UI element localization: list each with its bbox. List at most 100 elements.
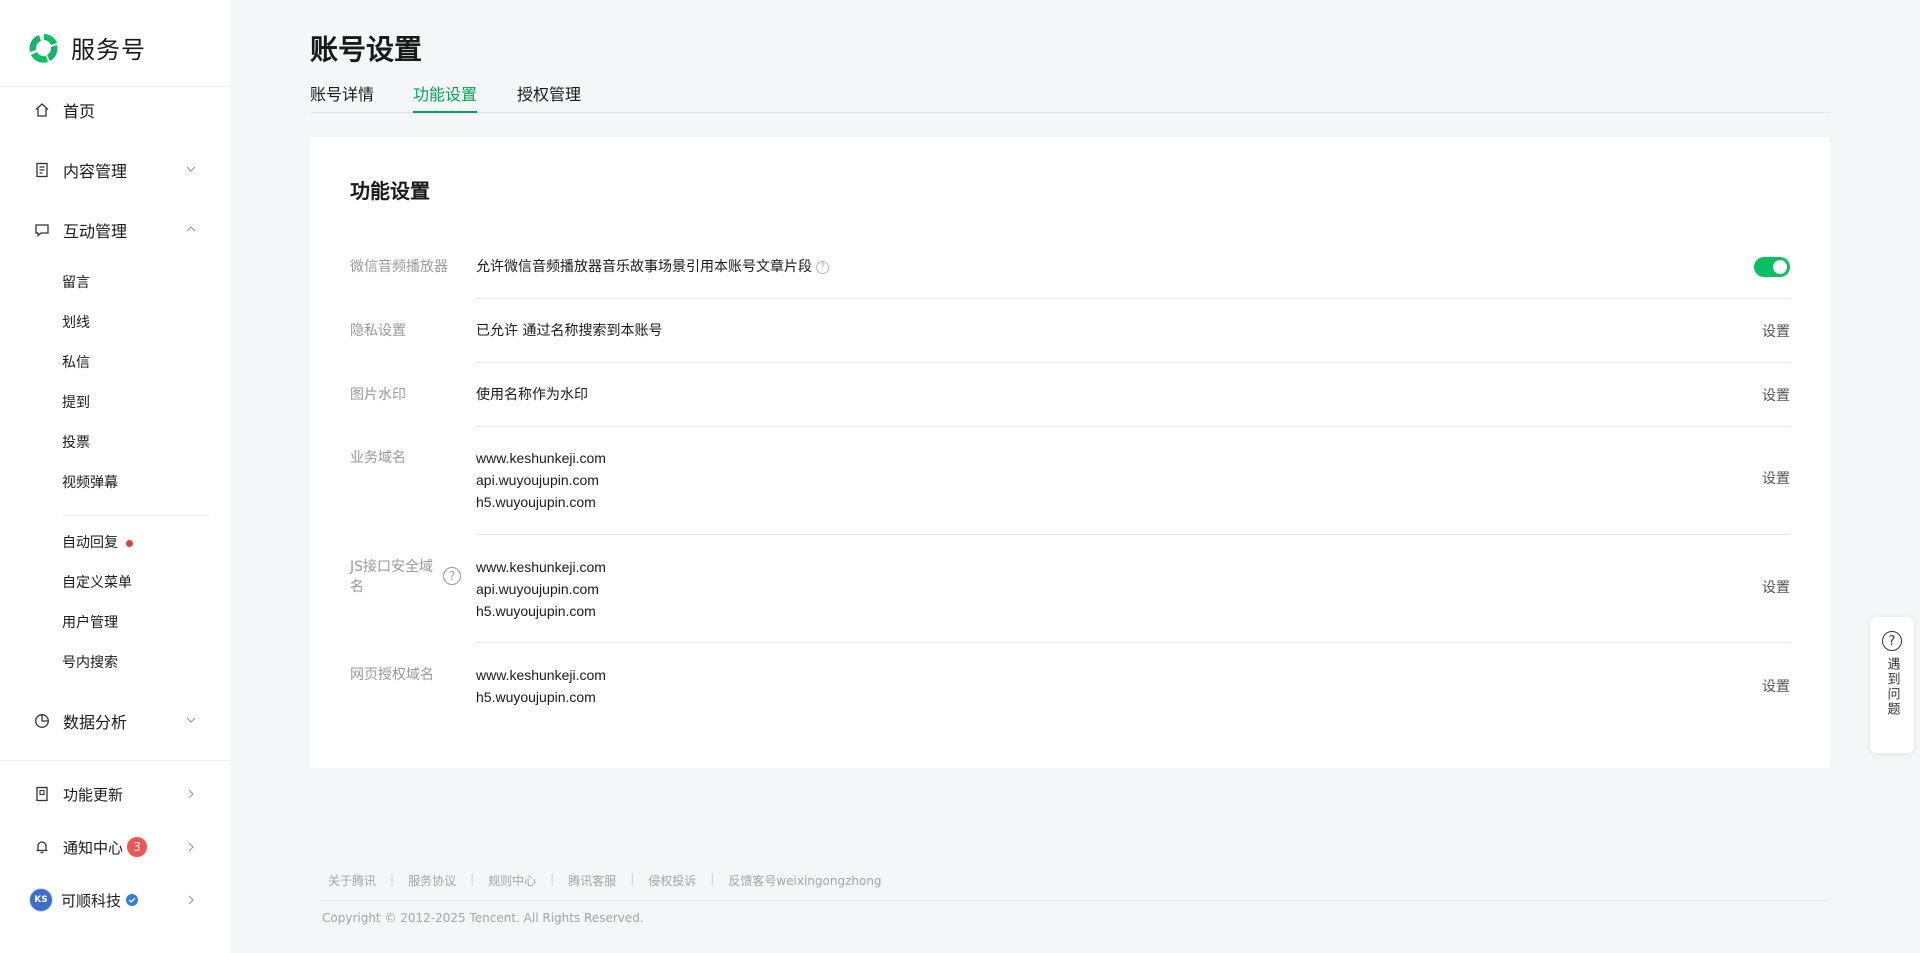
page-title: 账号设置 [310, 33, 423, 66]
domain-item: h5.wuyoujupin.com [476, 494, 596, 510]
chevron-right-icon [188, 842, 194, 852]
divider [476, 534, 1790, 535]
domain-list: www.keshunkeji.com h5.wuyoujupin.com [476, 664, 606, 708]
privacy-settings-link[interactable]: 设置 [1762, 321, 1790, 341]
sidebar: 服务号 首页 内容管理 互动管理 留言 划线 私信 提到 投票 视频弹幕 自动回… [0, 0, 230, 953]
web-auth-domain-settings-link[interactable]: 设置 [1762, 676, 1790, 696]
divider [476, 362, 1790, 363]
nav-home-label: 首页 [63, 102, 96, 121]
divider: | [470, 872, 475, 886]
domain-item: www.keshunkeji.com [476, 559, 606, 575]
domain-item: api.wuyoujupin.com [476, 581, 599, 597]
divider [476, 426, 1790, 427]
divider: | [630, 872, 635, 886]
tab-account-details[interactable]: 账号详情 [310, 84, 374, 112]
nav-notification-center[interactable]: 通知中心 3 [33, 833, 198, 861]
brand-logo[interactable]: 服务号 [27, 30, 146, 65]
service-account-logo-icon [29, 33, 58, 63]
domain-item: h5.wuyoujupin.com [476, 603, 596, 619]
account-name: 可顺科技 [61, 891, 122, 910]
footer-link-about[interactable]: 关于腾讯 [328, 872, 376, 889]
nav-account-profile[interactable]: KS 可顺科技 [29, 886, 198, 914]
nav-sub-video-danmaku[interactable]: 视频弹幕 [62, 472, 118, 494]
domain-list: www.keshunkeji.com api.wuyoujupin.com h5… [476, 447, 606, 513]
footer-link-service-agreement[interactable]: 服务协议 [408, 872, 456, 889]
footer-link-rules-center[interactable]: 规则中心 [488, 872, 536, 889]
nav-sub-custom-menu[interactable]: 自定义菜单 [62, 572, 132, 594]
divider [320, 900, 1830, 901]
setting-value: 已允许 通过名称搜索到本账号 [476, 323, 663, 339]
unread-dot [126, 539, 133, 547]
help-label: 遇到问题 [1884, 657, 1900, 717]
setting-value: 使用名称作为水印 [476, 387, 588, 403]
verified-badge-icon [126, 894, 139, 906]
help-question-icon[interactable]: ? [816, 260, 829, 274]
nav-data-analysis[interactable]: 数据分析 [33, 706, 198, 736]
footer-link-infringement[interactable]: 侵权投诉 [648, 872, 696, 889]
audio-player-toggle[interactable] [1754, 257, 1790, 277]
divider: | [550, 872, 555, 886]
chevron-up-icon [186, 226, 196, 232]
nav-feature-updates[interactable]: 功能更新 [33, 780, 198, 808]
domain-item: www.keshunkeji.com [476, 667, 606, 683]
setting-value: 允许微信音频播放器音乐故事场景引用本账号文章片段? [476, 256, 829, 278]
notification-count-badge: 3 [127, 837, 148, 857]
divider: | [390, 872, 395, 886]
nav-feature-updates-label: 功能更新 [63, 785, 124, 804]
domain-item: h5.wuyoujupin.com [476, 689, 596, 705]
nav-sub-underline[interactable]: 划线 [62, 312, 90, 334]
nav-sub-comments[interactable]: 留言 [62, 272, 90, 294]
update-book-icon [33, 785, 51, 803]
nav-sub-private-message[interactable]: 私信 [62, 352, 90, 374]
card-title: 功能设置 [350, 179, 430, 203]
setting-label: 业务域名 [350, 450, 406, 466]
footer-links: 关于腾讯 | 服务协议 | 规则中心 | 腾讯客服 | 侵权投诉 | 反馈客号weixin… [328, 872, 882, 889]
bell-icon [33, 838, 51, 856]
pie-chart-icon [33, 712, 51, 730]
comment-icon [33, 221, 51, 239]
nav-home[interactable]: 首页 [33, 95, 198, 125]
business-domain-settings-link[interactable]: 设置 [1762, 468, 1790, 488]
divider [0, 86, 230, 87]
help-float-button[interactable]: ? 遇到问题 [1870, 617, 1914, 753]
nav-content-label: 内容管理 [63, 162, 128, 181]
footer-link-feedback[interactable]: 反馈客号weixingongzhong [728, 872, 881, 889]
divider [0, 760, 230, 761]
nav-notification-label: 通知中心 [63, 838, 124, 857]
nav-interaction-management[interactable]: 互动管理 [33, 215, 198, 245]
nav-sub-user-management[interactable]: 用户管理 [62, 612, 118, 634]
domain-item: api.wuyoujupin.com [476, 472, 599, 488]
setting-label: 网页授权域名 [350, 667, 434, 683]
divider [476, 642, 1790, 643]
watermark-settings-link[interactable]: 设置 [1762, 385, 1790, 405]
nav-interaction-label: 互动管理 [63, 222, 128, 241]
chevron-right-icon [188, 895, 194, 905]
home-icon [33, 101, 51, 119]
divider: | [710, 872, 715, 886]
nav-sub-in-account-search[interactable]: 号内搜索 [62, 652, 118, 674]
account-avatar: KS [29, 888, 53, 912]
tab-authorization-management[interactable]: 授权管理 [517, 84, 581, 112]
copyright-text: Copyright © 2012-2025 Tencent. All Right… [322, 911, 644, 925]
brand-name: 服务号 [71, 36, 146, 64]
domain-item: www.keshunkeji.com [476, 450, 606, 466]
divider [62, 515, 210, 516]
chevron-right-icon [188, 789, 194, 799]
nav-content-management[interactable]: 内容管理 [33, 155, 198, 185]
setting-label: 图片水印 [350, 387, 406, 403]
js-domain-settings-link[interactable]: 设置 [1762, 577, 1790, 597]
footer-link-customer-service[interactable]: 腾讯客服 [568, 872, 616, 889]
setting-value-text: 允许微信音频播放器音乐故事场景引用本账号文章片段 [476, 259, 812, 275]
chevron-down-icon [186, 717, 196, 723]
nav-sub-auto-reply[interactable]: 自动回复 [62, 532, 133, 554]
feature-settings-card: 功能设置 微信音频播放器 允许微信音频播放器音乐故事场景引用本账号文章片段? 隐… [310, 137, 1830, 768]
nav-data-analysis-label: 数据分析 [63, 713, 128, 732]
nav-sub-mentions[interactable]: 提到 [62, 392, 90, 414]
setting-label: 微信音频播放器 [350, 259, 448, 275]
document-icon [33, 161, 51, 179]
question-circle-icon: ? [1882, 631, 1902, 651]
nav-sub-votes[interactable]: 投票 [62, 432, 90, 454]
help-question-icon[interactable]: ? [443, 567, 461, 585]
setting-label: JS接口安全域名 [350, 559, 434, 595]
tab-feature-settings[interactable]: 功能设置 [413, 84, 478, 113]
